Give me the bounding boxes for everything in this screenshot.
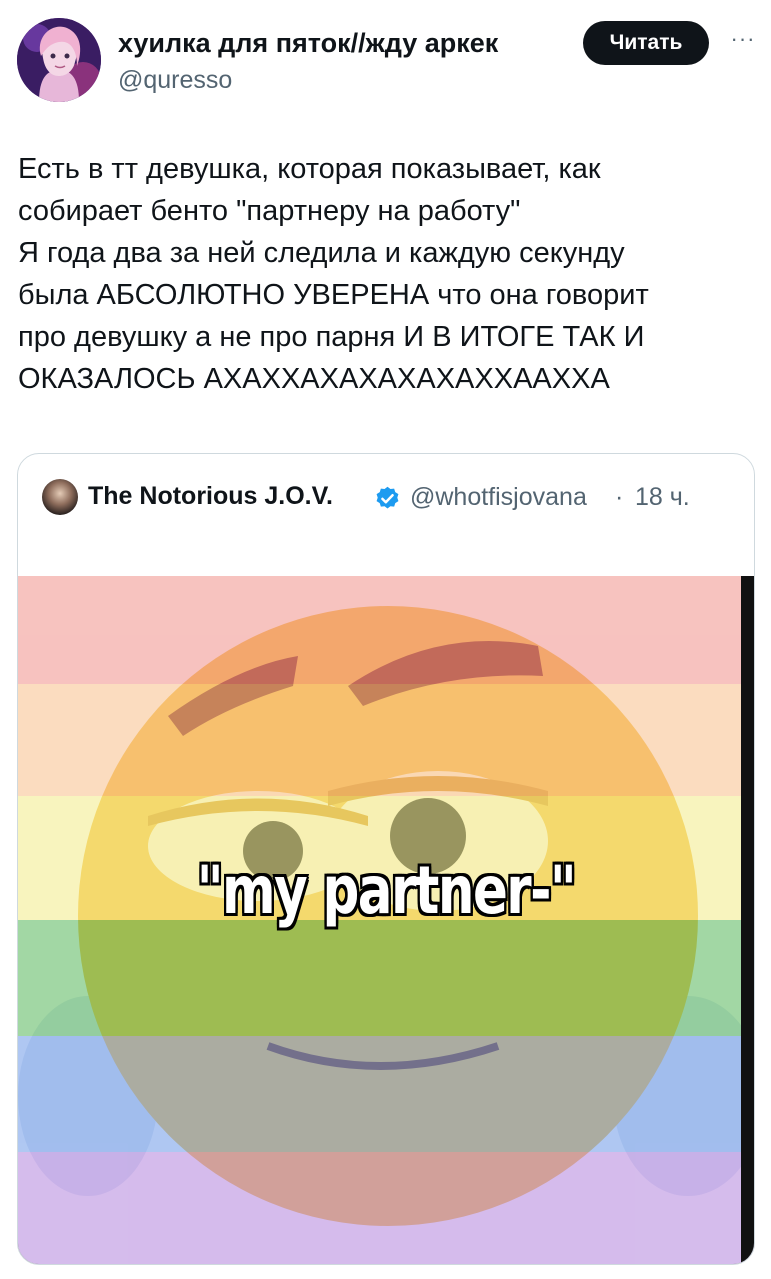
- post-text-line: была АБСОЛЮТНО УВЕРЕНА что она говорит: [18, 279, 649, 311]
- quoted-post-time[interactable]: 18 ч.: [635, 483, 690, 512]
- verified-badge-icon: [376, 486, 399, 509]
- post-text-line: Я года два за ней следила и каждую секун…: [18, 237, 625, 269]
- more-horizontal-icon[interactable]: ···: [723, 28, 763, 58]
- post-text-line: собирает бенто "партнеру на работу": [18, 195, 521, 227]
- author-avatar[interactable]: [17, 18, 101, 102]
- follow-button[interactable]: Читать: [583, 21, 709, 65]
- author-display-name[interactable]: хуилка для пяток//жду аркек: [118, 28, 498, 59]
- post-text-line: Есть в тт девушка, которая показывает, к…: [18, 153, 601, 185]
- meta-separator: ·: [615, 483, 624, 511]
- author-handle[interactable]: @quresso: [118, 66, 232, 95]
- post-text: Есть в тт девушка, которая показывает, к…: [18, 148, 758, 400]
- post-text-line: ОКАЗАЛОСЬ АХАХХАХАХАХАХАХХААХХА: [18, 363, 610, 395]
- quoted-author-avatar[interactable]: [42, 479, 78, 515]
- quoted-author-handle[interactable]: @whotfisjovana: [410, 483, 587, 512]
- post-text-line: про девушку а не про парня И В ИТОГЕ ТАК…: [18, 321, 645, 353]
- meme-caption: "my partner-": [196, 851, 578, 931]
- post-header: хуилка для пяток//жду аркек @quresso Чит…: [0, 0, 771, 110]
- quoted-post-card[interactable]: The Notorious J.O.V. @whotfisjovana · 18…: [17, 453, 755, 1265]
- quoted-author-name[interactable]: The Notorious J.O.V.: [88, 482, 333, 511]
- quoted-post-image[interactable]: "my partner-": [18, 576, 754, 1264]
